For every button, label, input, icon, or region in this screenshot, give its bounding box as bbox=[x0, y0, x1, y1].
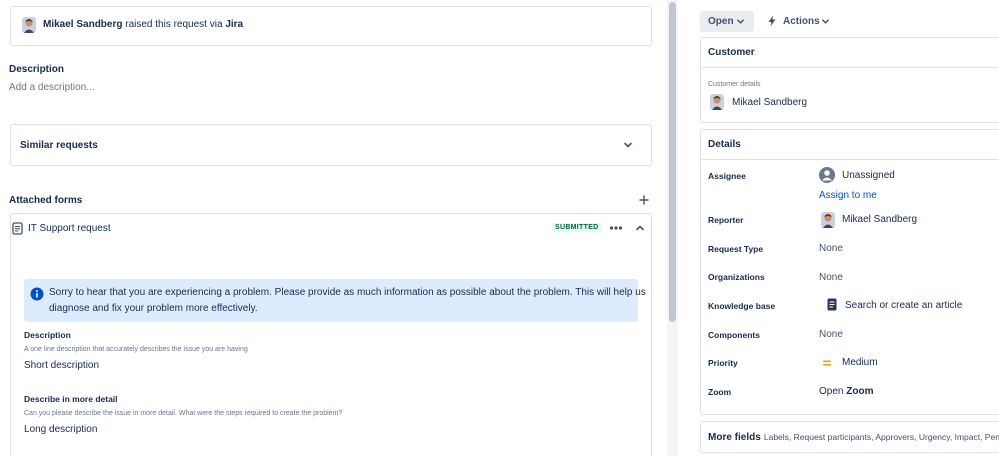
activity-raised-text: raised this request via bbox=[125, 19, 223, 30]
attached-forms-heading: Attached forms bbox=[9, 195, 83, 206]
components-label: Components bbox=[708, 330, 760, 340]
similar-requests-card[interactable] bbox=[10, 124, 652, 166]
chevron-up-icon[interactable] bbox=[635, 223, 645, 233]
organizations-value[interactable]: None bbox=[819, 272, 843, 283]
customer-details-label: Customer details bbox=[708, 81, 761, 88]
reporter-value[interactable]: Mikael Sandberg bbox=[842, 214, 917, 225]
reporter-label: Reporter bbox=[708, 215, 744, 225]
details-heading[interactable]: Details bbox=[708, 139, 741, 150]
assignee-label: Assignee bbox=[708, 171, 746, 181]
form-field-label: Describe in more detail bbox=[24, 394, 118, 404]
description-heading: Description bbox=[9, 64, 65, 75]
customer-heading[interactable]: Customer bbox=[708, 47, 755, 58]
knowledge-base-label: Knowledge base bbox=[708, 301, 776, 311]
status-button-label: Open bbox=[708, 16, 734, 27]
description-placeholder[interactable]: Add a description... bbox=[9, 82, 95, 93]
zoom-open-text: Open bbox=[819, 386, 844, 397]
components-value[interactable]: None bbox=[819, 329, 843, 340]
reporter-field-avatar bbox=[821, 212, 835, 228]
status-badge: SUBMITTED bbox=[552, 223, 602, 232]
lightning-icon bbox=[767, 15, 777, 27]
form-field-label: Description bbox=[24, 330, 71, 340]
request-type-value[interactable]: None bbox=[819, 243, 843, 254]
info-icon bbox=[30, 287, 44, 301]
chevron-down-icon bbox=[821, 17, 830, 26]
zoom-label: Zoom bbox=[708, 387, 732, 397]
priority-value[interactable]: Medium bbox=[842, 357, 878, 368]
more-fields-label: More fields bbox=[708, 432, 761, 443]
priority-label: Priority bbox=[708, 358, 738, 368]
unassigned-avatar-icon bbox=[819, 167, 835, 183]
customer-divider bbox=[700, 67, 999, 68]
activity-reporter-name[interactable]: Mikael Sandberg bbox=[43, 19, 122, 30]
assign-to-me-link[interactable]: Assign to me bbox=[819, 190, 877, 201]
info-text-line-2: diagnose and fix your problem more effec… bbox=[49, 303, 258, 314]
details-divider bbox=[700, 159, 999, 160]
form-document-icon bbox=[12, 222, 23, 235]
form-field-value[interactable]: Long description bbox=[24, 424, 97, 435]
form-title[interactable]: IT Support request bbox=[28, 223, 111, 234]
more-options-icon[interactable] bbox=[609, 224, 623, 232]
form-field-value[interactable]: Short description bbox=[24, 360, 99, 371]
form-card bbox=[10, 213, 652, 456]
info-panel bbox=[24, 279, 638, 322]
form-field-help: Can you please describe the issue in mor… bbox=[24, 410, 343, 417]
knowledge-base-value[interactable]: Search or create an article bbox=[845, 300, 962, 311]
request-type-label: Request Type bbox=[708, 244, 764, 254]
activity-line: Mikael Sandberg raised this request via … bbox=[43, 19, 243, 30]
add-icon[interactable] bbox=[639, 195, 649, 205]
zoom-name: Zoom bbox=[846, 386, 874, 397]
customer-avatar bbox=[710, 94, 724, 110]
priority-medium-icon bbox=[822, 358, 832, 368]
activity-channel: Jira bbox=[225, 19, 244, 30]
organizations-label: Organizations bbox=[708, 272, 765, 282]
form-field-help: A one line description that accurately d… bbox=[24, 346, 248, 353]
assignee-value[interactable]: Unassigned bbox=[842, 170, 895, 181]
actions-button[interactable]: Actions bbox=[783, 16, 820, 27]
scrollbar-thumb[interactable] bbox=[669, 2, 676, 322]
more-fields-row: More fields Labels, Request participants… bbox=[708, 431, 999, 443]
reporter-avatar bbox=[22, 17, 36, 33]
article-icon bbox=[827, 298, 837, 311]
chevron-down-icon bbox=[736, 17, 745, 26]
zoom-value[interactable]: Open Zoom bbox=[819, 386, 873, 397]
info-text-line-1: Sorry to hear that you are experiencing … bbox=[49, 287, 646, 298]
similar-requests-label: Similar requests bbox=[20, 140, 98, 151]
chevron-down-icon[interactable] bbox=[623, 140, 633, 150]
more-fields-list: Labels, Request participants, Approvers,… bbox=[763, 432, 999, 442]
customer-name[interactable]: Mikael Sandberg bbox=[732, 97, 807, 108]
